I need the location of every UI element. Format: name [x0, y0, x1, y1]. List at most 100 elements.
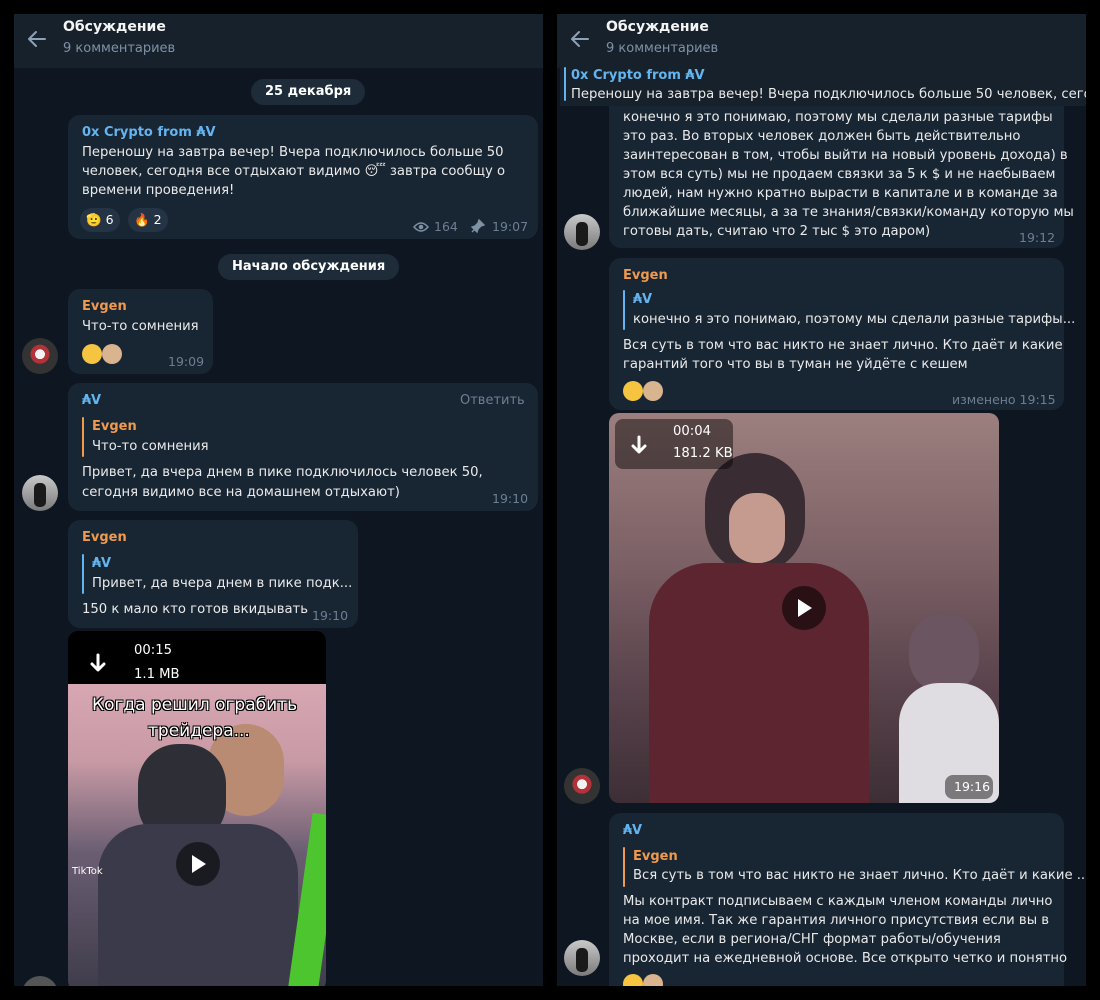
channel-post-line-1: Переношу на завтра вечер! Вчера подключи… [82, 145, 504, 160]
message-line-3: заинтересован в том, чтобы выйти на новы… [623, 148, 1068, 163]
discussion-panel-right: Обсуждение 9 комментариев конечно я это … [557, 14, 1086, 986]
person-shape [729, 493, 785, 563]
quote-text[interactable]: Вся суть в том что вас никто не знает ли… [633, 866, 1086, 886]
avatar[interactable] [22, 338, 58, 374]
message-bubble[interactable]: ₳V Ответить Evgen Что-то сомнения Привет… [68, 383, 538, 511]
download-icon[interactable] [88, 653, 108, 675]
chat-title: Обсуждение [63, 19, 166, 35]
thumbs-up-emoji-icon [623, 381, 643, 401]
message-time: 19:12 [1019, 230, 1056, 245]
channel-post-bubble[interactable]: 0x Crypto from ₳V Переношу на завтра веч… [68, 115, 538, 239]
reaction-count: 2 [153, 212, 162, 227]
person-shape [649, 563, 869, 803]
post-time: 19:07 [492, 219, 529, 234]
back-arrow-icon[interactable] [569, 28, 591, 50]
reply-button[interactable]: Ответить [460, 391, 525, 411]
chat-header: Обсуждение 9 комментариев [14, 14, 543, 68]
message-line-3: Москве, если в регионa/СНГ формат работы… [623, 932, 1001, 947]
back-arrow-icon[interactable] [26, 28, 48, 50]
pinned-author: 0x Crypto from ₳V [571, 68, 705, 83]
video-caption-line-2: трейдера... [148, 721, 250, 741]
message-author[interactable]: Evgen [82, 528, 127, 548]
quote-author[interactable]: Evgen [92, 417, 137, 437]
avatar[interactable] [564, 214, 600, 250]
avatar[interactable] [564, 768, 600, 804]
pinned-message-bar[interactable]: 0x Crypto from ₳V Переношу на завтра веч… [560, 60, 1086, 106]
message-author[interactable]: Evgen [82, 297, 127, 317]
message-time: 19:10 [492, 491, 529, 506]
message-bubble[interactable]: Evgen ₳V Привет, да вчера днем в пике по… [68, 520, 358, 628]
salute-emoji-icon: 🫡 [86, 212, 102, 227]
quote-text[interactable]: Привет, да вчера днем в пике подк... [92, 574, 352, 594]
play-icon [192, 855, 206, 873]
pin-icon [471, 219, 485, 233]
message-author[interactable]: ₳V [82, 391, 101, 411]
message-line-2: сегодня видимо все на домашнем отдыхают) [82, 485, 400, 500]
views-eye-icon [413, 222, 429, 232]
message-text: Что-то сомнения [82, 319, 199, 334]
tiktok-watermark: TikTok [72, 866, 103, 877]
message-line-2: гарантий того что вы в туман не уйдёте с… [623, 357, 968, 372]
video-size: 1.1 MB [134, 667, 180, 682]
play-button[interactable] [782, 586, 826, 630]
discussion-panel-left: Обсуждение 9 комментариев 25 декабря 0x … [14, 14, 543, 986]
pinned-bar-accent [564, 67, 566, 101]
message-line-4: этом вся суть) мы не продаем связки за 5… [623, 167, 1056, 182]
fire-emoji-icon: 🔥 [134, 212, 150, 227]
person-shape [909, 613, 979, 693]
avatar[interactable] [22, 976, 58, 986]
quote-author[interactable]: Evgen [633, 847, 678, 867]
video-message[interactable]: 00:15 1.1 MB Когда решил ограбить трейде… [68, 631, 326, 986]
play-icon [798, 599, 812, 617]
reaction-fire[interactable]: 🔥 2 [128, 208, 168, 232]
video-message[interactable]: 00:04 181.2 KB 19:16 [609, 413, 999, 803]
message-line-2: это раз. Во вторых человек должен быть д… [623, 129, 1021, 144]
date-pill: 25 декабря [251, 79, 366, 105]
views-count: 164 [434, 219, 458, 234]
reactor-avatar-icon [102, 344, 122, 364]
channel-post-line-2: человек, сегодня все отдыхают видимо 😴 з… [82, 164, 506, 179]
message-text: 150 к мало кто готов вкидывать [82, 602, 309, 617]
video-duration: 00:04 [673, 424, 712, 439]
quote-author[interactable]: ₳V [92, 554, 111, 574]
video-time: 19:16 [954, 779, 991, 794]
message-edited-time: изменено 19:15 [952, 392, 1056, 407]
reaction-count: 6 [105, 212, 114, 227]
message-line-2: на мое имя. Так же гарантия личного прис… [623, 913, 1050, 928]
reaction-salute[interactable]: 🫡 6 [80, 208, 120, 232]
video-frame: Когда решил ограбить трейдера... TikTok [68, 684, 326, 986]
reactor-avatar-icon [643, 974, 663, 986]
comment-count: 9 комментариев [63, 41, 176, 56]
reactor-avatar-icon [643, 381, 663, 401]
message-author[interactable]: ₳V [623, 821, 642, 841]
quote-text[interactable]: конечно я это понимаю, поэтому мы сделал… [633, 310, 1075, 330]
quote-bar [82, 554, 84, 594]
message-line-1: Привет, да вчера днем в пике подключилос… [82, 465, 483, 480]
quote-text[interactable]: Что-то сомнения [92, 437, 209, 457]
message-bubble[interactable]: Evgen ₳V конечно я это понимаю, поэтому … [609, 258, 1075, 410]
comment-count: 9 комментариев [606, 41, 719, 56]
message-line-1: конечно я это понимаю, поэтому мы сделал… [623, 110, 1053, 125]
thinking-emoji-icon [623, 974, 643, 986]
video-size: 181.2 KB [673, 446, 733, 461]
message-line-4: проходит на ежедневной основе. Все откры… [623, 951, 1068, 966]
message-time: 19:09 [168, 354, 205, 369]
pinned-text: Переношу на завтра вечер! Вчера подключи… [571, 87, 1086, 102]
channel-post-line-3: времени проведения! [82, 183, 235, 198]
quote-author[interactable]: ₳V [633, 290, 652, 310]
discussion-start-pill: Начало обсуждения [218, 254, 400, 280]
quote-bar [623, 847, 625, 887]
chat-title: Обсуждение [606, 19, 709, 35]
thinking-emoji-icon [82, 344, 102, 364]
channel-post-author[interactable]: 0x Crypto from ₳V [82, 123, 216, 143]
play-button[interactable] [176, 842, 220, 886]
avatar[interactable] [22, 475, 58, 511]
quote-bar [82, 417, 84, 457]
message-bubble[interactable]: Evgen Что-то сомнения 19:09 [68, 289, 213, 374]
avatar[interactable] [564, 940, 600, 976]
message-bubble[interactable]: ₳V Evgen Вся суть в том что вас никто не… [609, 813, 1086, 986]
message-line-5: людей, нам нужно кратно вырасти в капита… [623, 186, 1058, 201]
download-icon[interactable] [629, 435, 649, 457]
video-duration: 00:15 [134, 643, 173, 658]
message-author[interactable]: Evgen [623, 266, 668, 286]
